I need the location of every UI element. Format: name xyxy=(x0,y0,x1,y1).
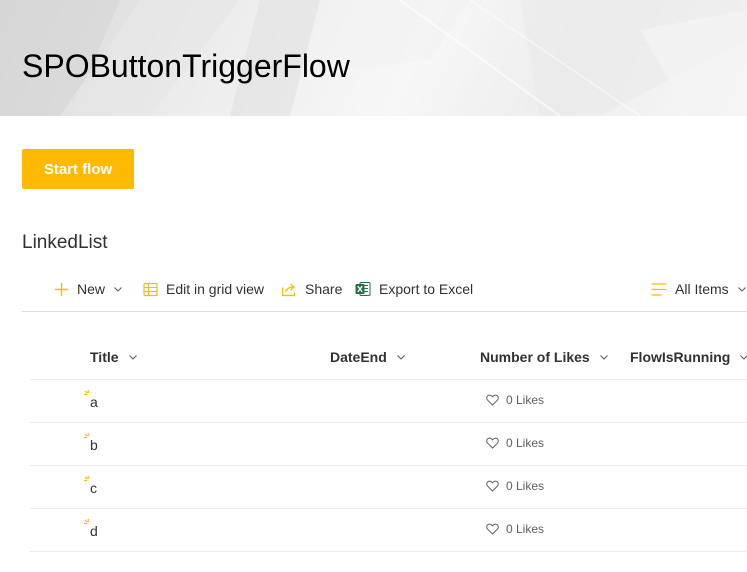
column-header-flowisrunning[interactable]: FlowIsRunning xyxy=(630,348,747,366)
like-button[interactable]: 0 Likes xyxy=(486,479,544,493)
view-selector[interactable]: All Items xyxy=(651,278,747,300)
column-header-number-of-likes[interactable]: Number of Likes xyxy=(480,348,609,366)
column-header-flowisrunning-label: FlowIsRunning xyxy=(630,349,731,365)
new-button-label: New xyxy=(77,281,106,297)
new-button[interactable]: New xyxy=(54,278,123,300)
chevron-down-icon xyxy=(396,355,405,360)
chevron-down-icon xyxy=(737,287,746,292)
like-button[interactable]: 0 Likes xyxy=(486,436,544,450)
command-bar-divider xyxy=(22,311,747,312)
export-to-excel-label: Export to Excel xyxy=(379,281,474,297)
page-header-banner: SPOButtonTriggerFlow xyxy=(0,0,747,116)
row-title[interactable]: b xyxy=(90,437,98,453)
share-button[interactable]: Share xyxy=(281,278,342,300)
list-view-icon xyxy=(651,282,667,296)
grid-icon xyxy=(143,282,158,296)
likes-count: 0 Likes xyxy=(506,436,545,450)
start-flow-button[interactable]: Start flow xyxy=(22,149,134,189)
chevron-down-icon xyxy=(740,355,747,360)
column-header-title[interactable]: Title xyxy=(90,348,138,366)
chevron-down-icon xyxy=(128,355,137,360)
table-row[interactable]: d 0 Likes xyxy=(30,509,747,552)
column-header-title-label: Title xyxy=(90,349,119,365)
chevron-down-icon xyxy=(114,287,122,292)
share-label: Share xyxy=(305,281,343,297)
like-button[interactable]: 0 Likes xyxy=(486,393,544,407)
view-selector-label: All Items xyxy=(675,281,729,297)
list-title: LinkedList xyxy=(22,232,108,253)
excel-icon xyxy=(355,282,371,296)
chevron-down-icon xyxy=(599,355,608,360)
likes-count: 0 Likes xyxy=(506,393,545,407)
table-row[interactable]: a 0 Likes xyxy=(30,380,747,423)
column-header-number-of-likes-label: Number of Likes xyxy=(480,349,590,365)
heart-icon xyxy=(486,394,499,406)
export-to-excel-button[interactable]: Export to Excel xyxy=(355,278,473,300)
row-title[interactable]: a xyxy=(90,394,98,410)
row-title[interactable]: d xyxy=(90,523,98,539)
edit-in-grid-view-button[interactable]: Edit in grid view xyxy=(143,278,264,300)
table-row[interactable]: b 0 Likes xyxy=(30,423,747,466)
row-title[interactable]: c xyxy=(90,480,97,496)
heart-icon xyxy=(486,523,499,535)
column-header-dateend-label: DateEnd xyxy=(330,349,387,365)
page-title: SPOButtonTriggerFlow xyxy=(22,48,350,84)
heart-icon xyxy=(486,437,499,449)
share-icon xyxy=(281,283,296,296)
table-row[interactable]: c 0 Likes xyxy=(30,466,747,509)
column-header-dateend[interactable]: DateEnd xyxy=(330,348,406,366)
heart-icon xyxy=(486,480,499,492)
plus-icon xyxy=(55,282,68,296)
edit-in-grid-view-label: Edit in grid view xyxy=(166,281,265,297)
likes-count: 0 Likes xyxy=(506,479,545,493)
like-button[interactable]: 0 Likes xyxy=(486,522,544,536)
likes-count: 0 Likes xyxy=(506,522,545,536)
